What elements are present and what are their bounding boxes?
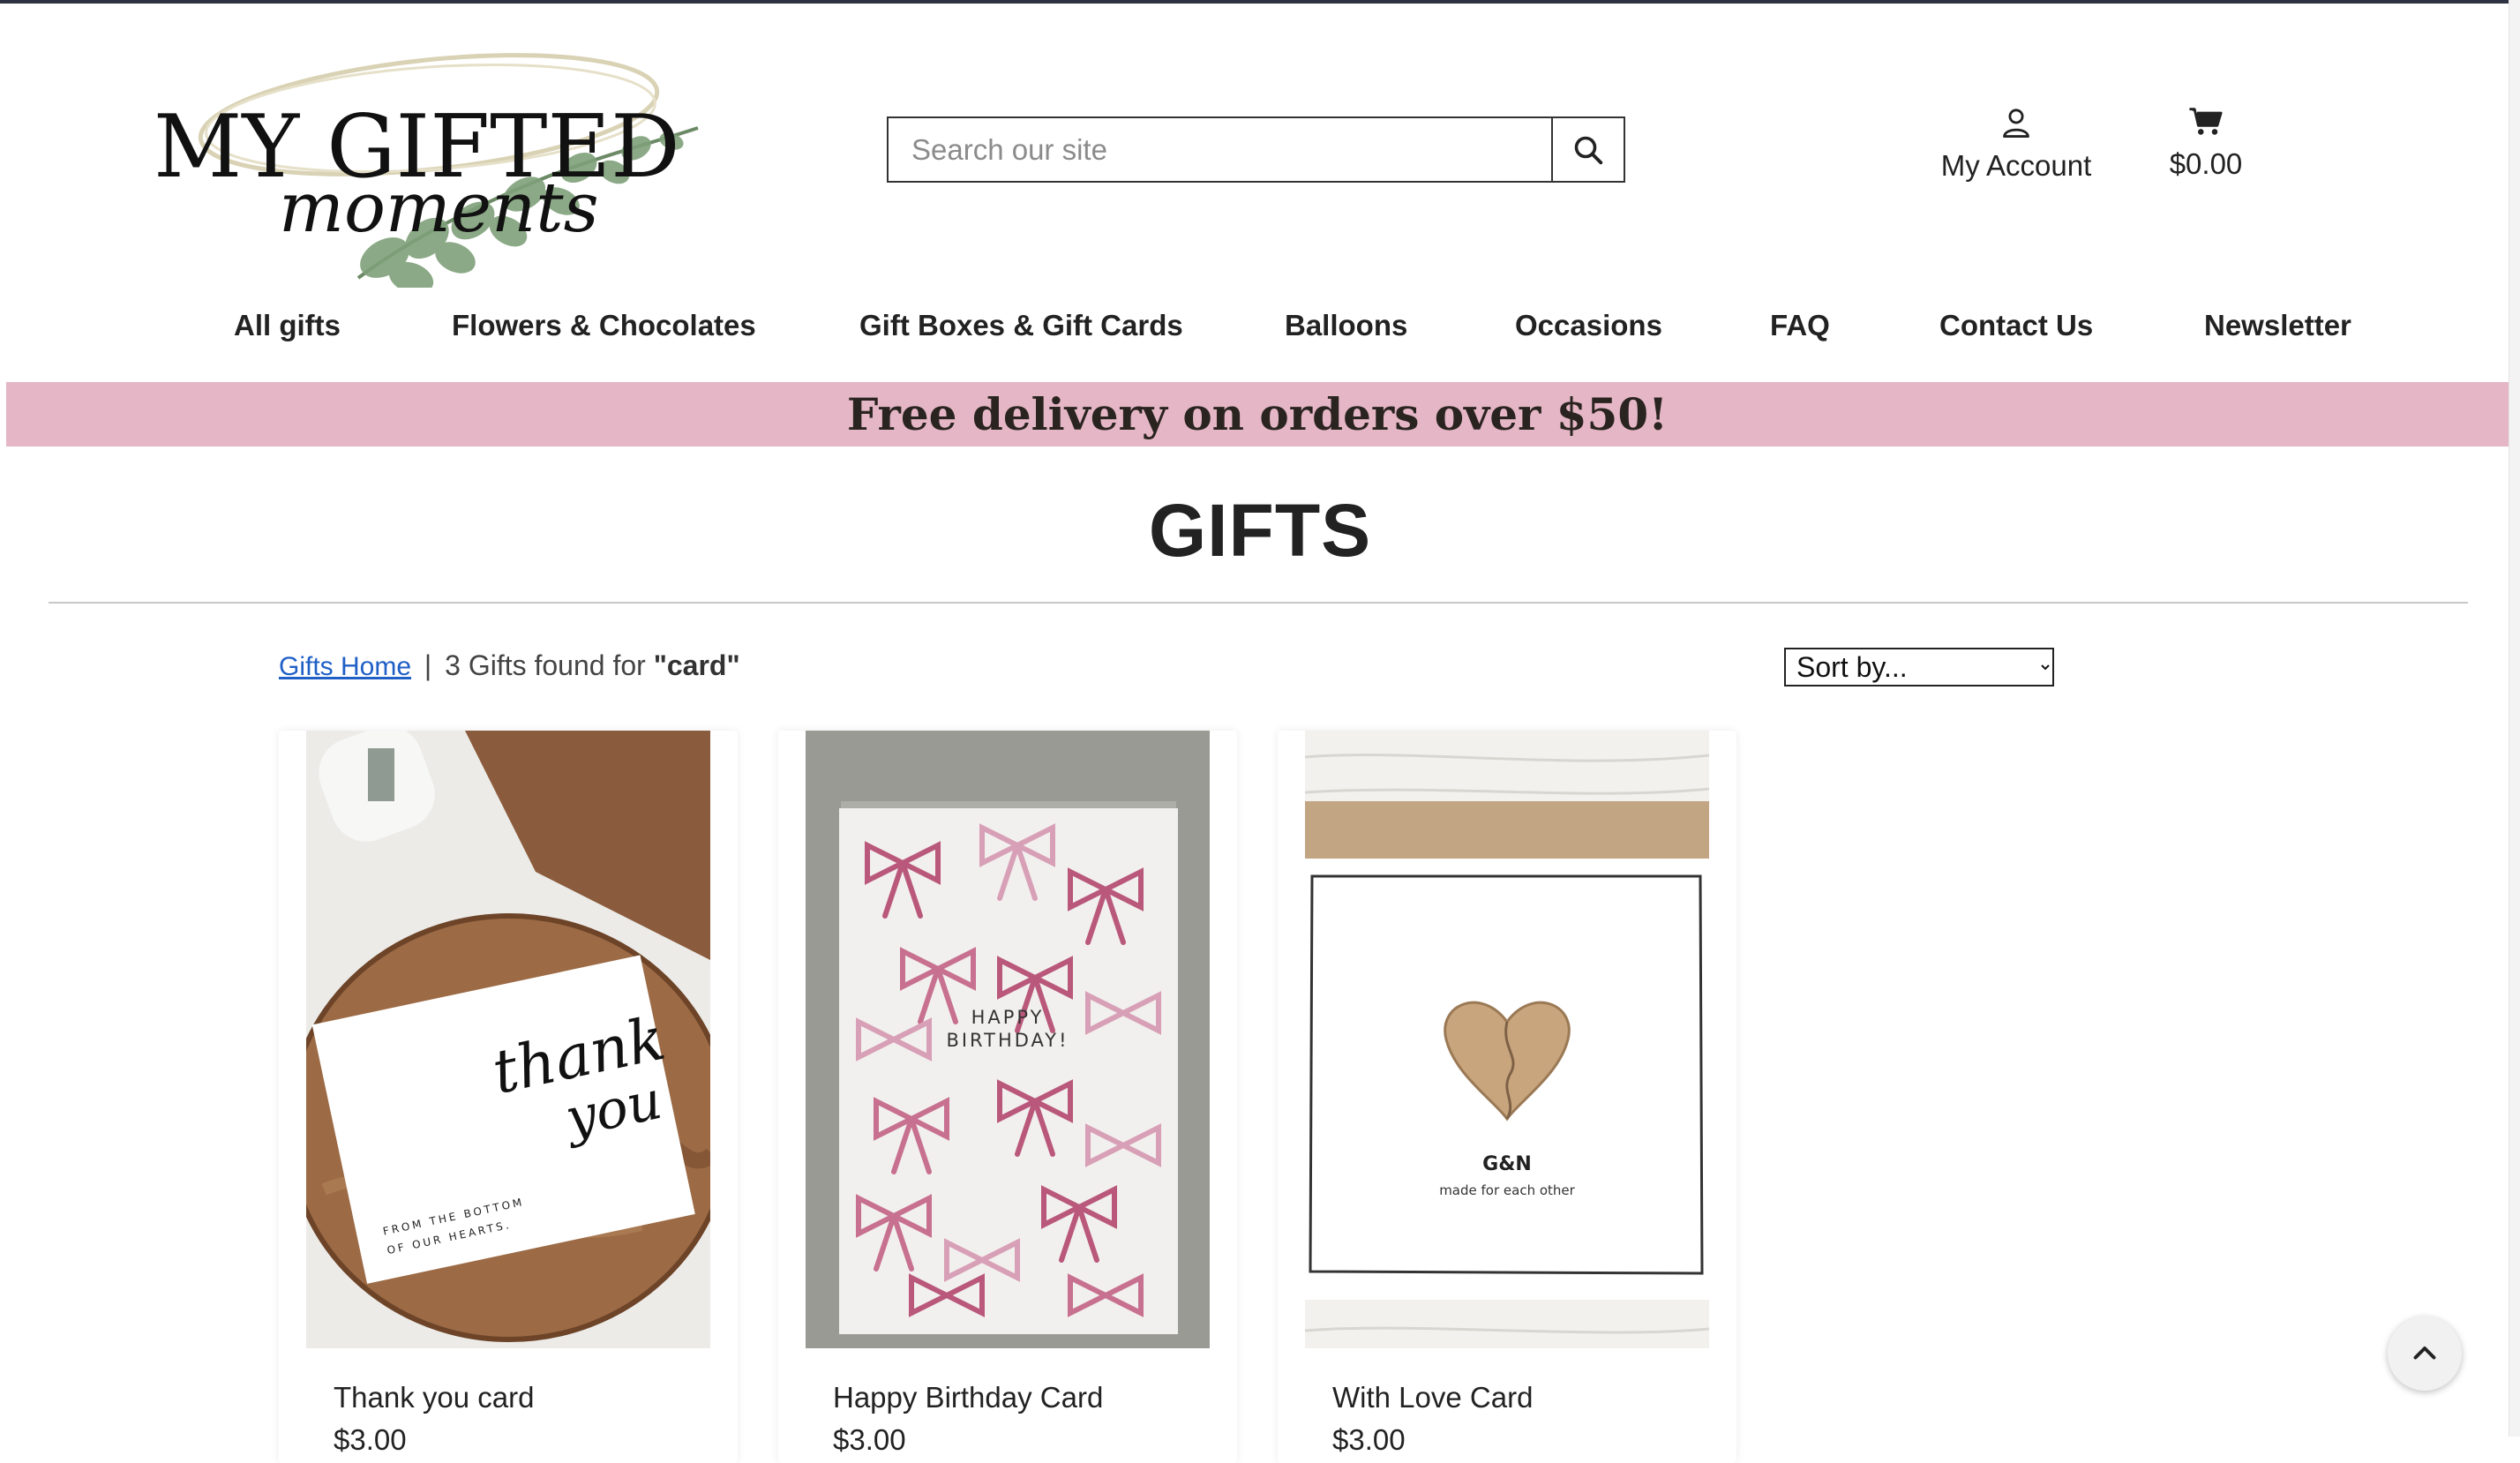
user-icon xyxy=(2003,109,2029,138)
product-image[interactable]: thank you FROM THE BOTTOM OF OUR HEARTS. xyxy=(306,731,710,1348)
product-name[interactable]: With Love Card xyxy=(1332,1381,1533,1414)
sort-dropdown[interactable]: Sort by... xyxy=(1784,648,2054,686)
breadcrumb-separator: | xyxy=(424,649,432,681)
nav-item-all-gifts[interactable]: All gifts xyxy=(234,309,341,342)
nav-item-occasions[interactable]: Occasions xyxy=(1515,309,1662,342)
search-input[interactable] xyxy=(889,118,1551,181)
nav-item-contact-us[interactable]: Contact Us xyxy=(1939,309,2093,342)
nav-item-balloons[interactable]: Balloons xyxy=(1285,309,1407,342)
cart-total: $0.00 xyxy=(2169,147,2243,180)
product-price: $3.00 xyxy=(833,1423,906,1456)
top-border xyxy=(0,0,2520,4)
my-account-link[interactable]: My Account xyxy=(1932,106,2100,183)
search-query-text: "card" xyxy=(653,649,740,681)
product-price: $3.00 xyxy=(1332,1423,1406,1456)
search-button[interactable] xyxy=(1551,118,1624,181)
promo-banner: Free delivery on orders over $50! xyxy=(6,382,2509,446)
card-text-initials: G&N xyxy=(1482,1153,1532,1175)
thank-you-card-photo: thank you FROM THE BOTTOM OF OUR HEARTS. xyxy=(306,731,710,1348)
breadcrumb-gifts-home-link[interactable]: Gifts Home xyxy=(279,652,411,681)
site-logo[interactable]: MY GIFTED moments xyxy=(146,26,711,295)
with-love-card-photo: G&N made for each other xyxy=(1305,731,1709,1348)
chevron-up-icon xyxy=(2413,1347,2436,1360)
breadcrumb: Gifts Home | 3 Gifts found for "card" xyxy=(279,649,740,682)
logo-graphic: MY GIFTED moments xyxy=(154,53,699,295)
cart-icon xyxy=(2189,108,2223,135)
my-account-label: My Account xyxy=(1940,149,2092,182)
product-image[interactable]: HAPPY BIRTHDAY! xyxy=(806,731,1210,1348)
nav-item-newsletter[interactable]: Newsletter xyxy=(2204,309,2351,342)
page-title: GIFTS xyxy=(1148,489,1372,572)
main-nav: All gifts Flowers & Chocolates Gift Boxe… xyxy=(0,309,2520,358)
nav-item-faq[interactable]: FAQ xyxy=(1770,309,1830,342)
title-divider xyxy=(49,602,2468,604)
logo-text-script: moments xyxy=(279,169,599,248)
card-text-happy: HAPPY xyxy=(971,1007,1045,1028)
product-name[interactable]: Thank you card xyxy=(334,1381,534,1414)
nav-item-flowers-chocolates[interactable]: Flowers & Chocolates xyxy=(452,309,756,342)
birthday-card-photo: HAPPY BIRTHDAY! xyxy=(806,731,1210,1348)
product-image[interactable]: G&N made for each other xyxy=(1305,731,1709,1348)
product-name[interactable]: Happy Birthday Card xyxy=(833,1381,1103,1414)
promo-banner-text: Free delivery on orders over $50! xyxy=(846,388,1669,440)
product-card[interactable]: G&N made for each other With Love Card $… xyxy=(1278,731,1736,1463)
page-scrollbar[interactable] xyxy=(2509,0,2520,1437)
cart-link[interactable]: $0.00 xyxy=(2153,106,2259,181)
product-card[interactable]: thank you FROM THE BOTTOM OF OUR HEARTS.… xyxy=(279,731,738,1463)
product-price: $3.00 xyxy=(334,1423,407,1456)
results-count-text: 3 Gifts found for xyxy=(445,649,646,681)
search-icon xyxy=(1574,136,1603,164)
site-search xyxy=(887,116,1625,183)
nav-item-gift-boxes-gift-cards[interactable]: Gift Boxes & Gift Cards xyxy=(859,309,1183,342)
back-to-top-button[interactable] xyxy=(2388,1317,2462,1391)
product-card[interactable]: HAPPY BIRTHDAY! Happy Birthday Card $3.0… xyxy=(778,731,1237,1463)
card-text-birthday: BIRTHDAY! xyxy=(946,1030,1069,1051)
card-text-subtitle: made for each other xyxy=(1439,1182,1575,1198)
